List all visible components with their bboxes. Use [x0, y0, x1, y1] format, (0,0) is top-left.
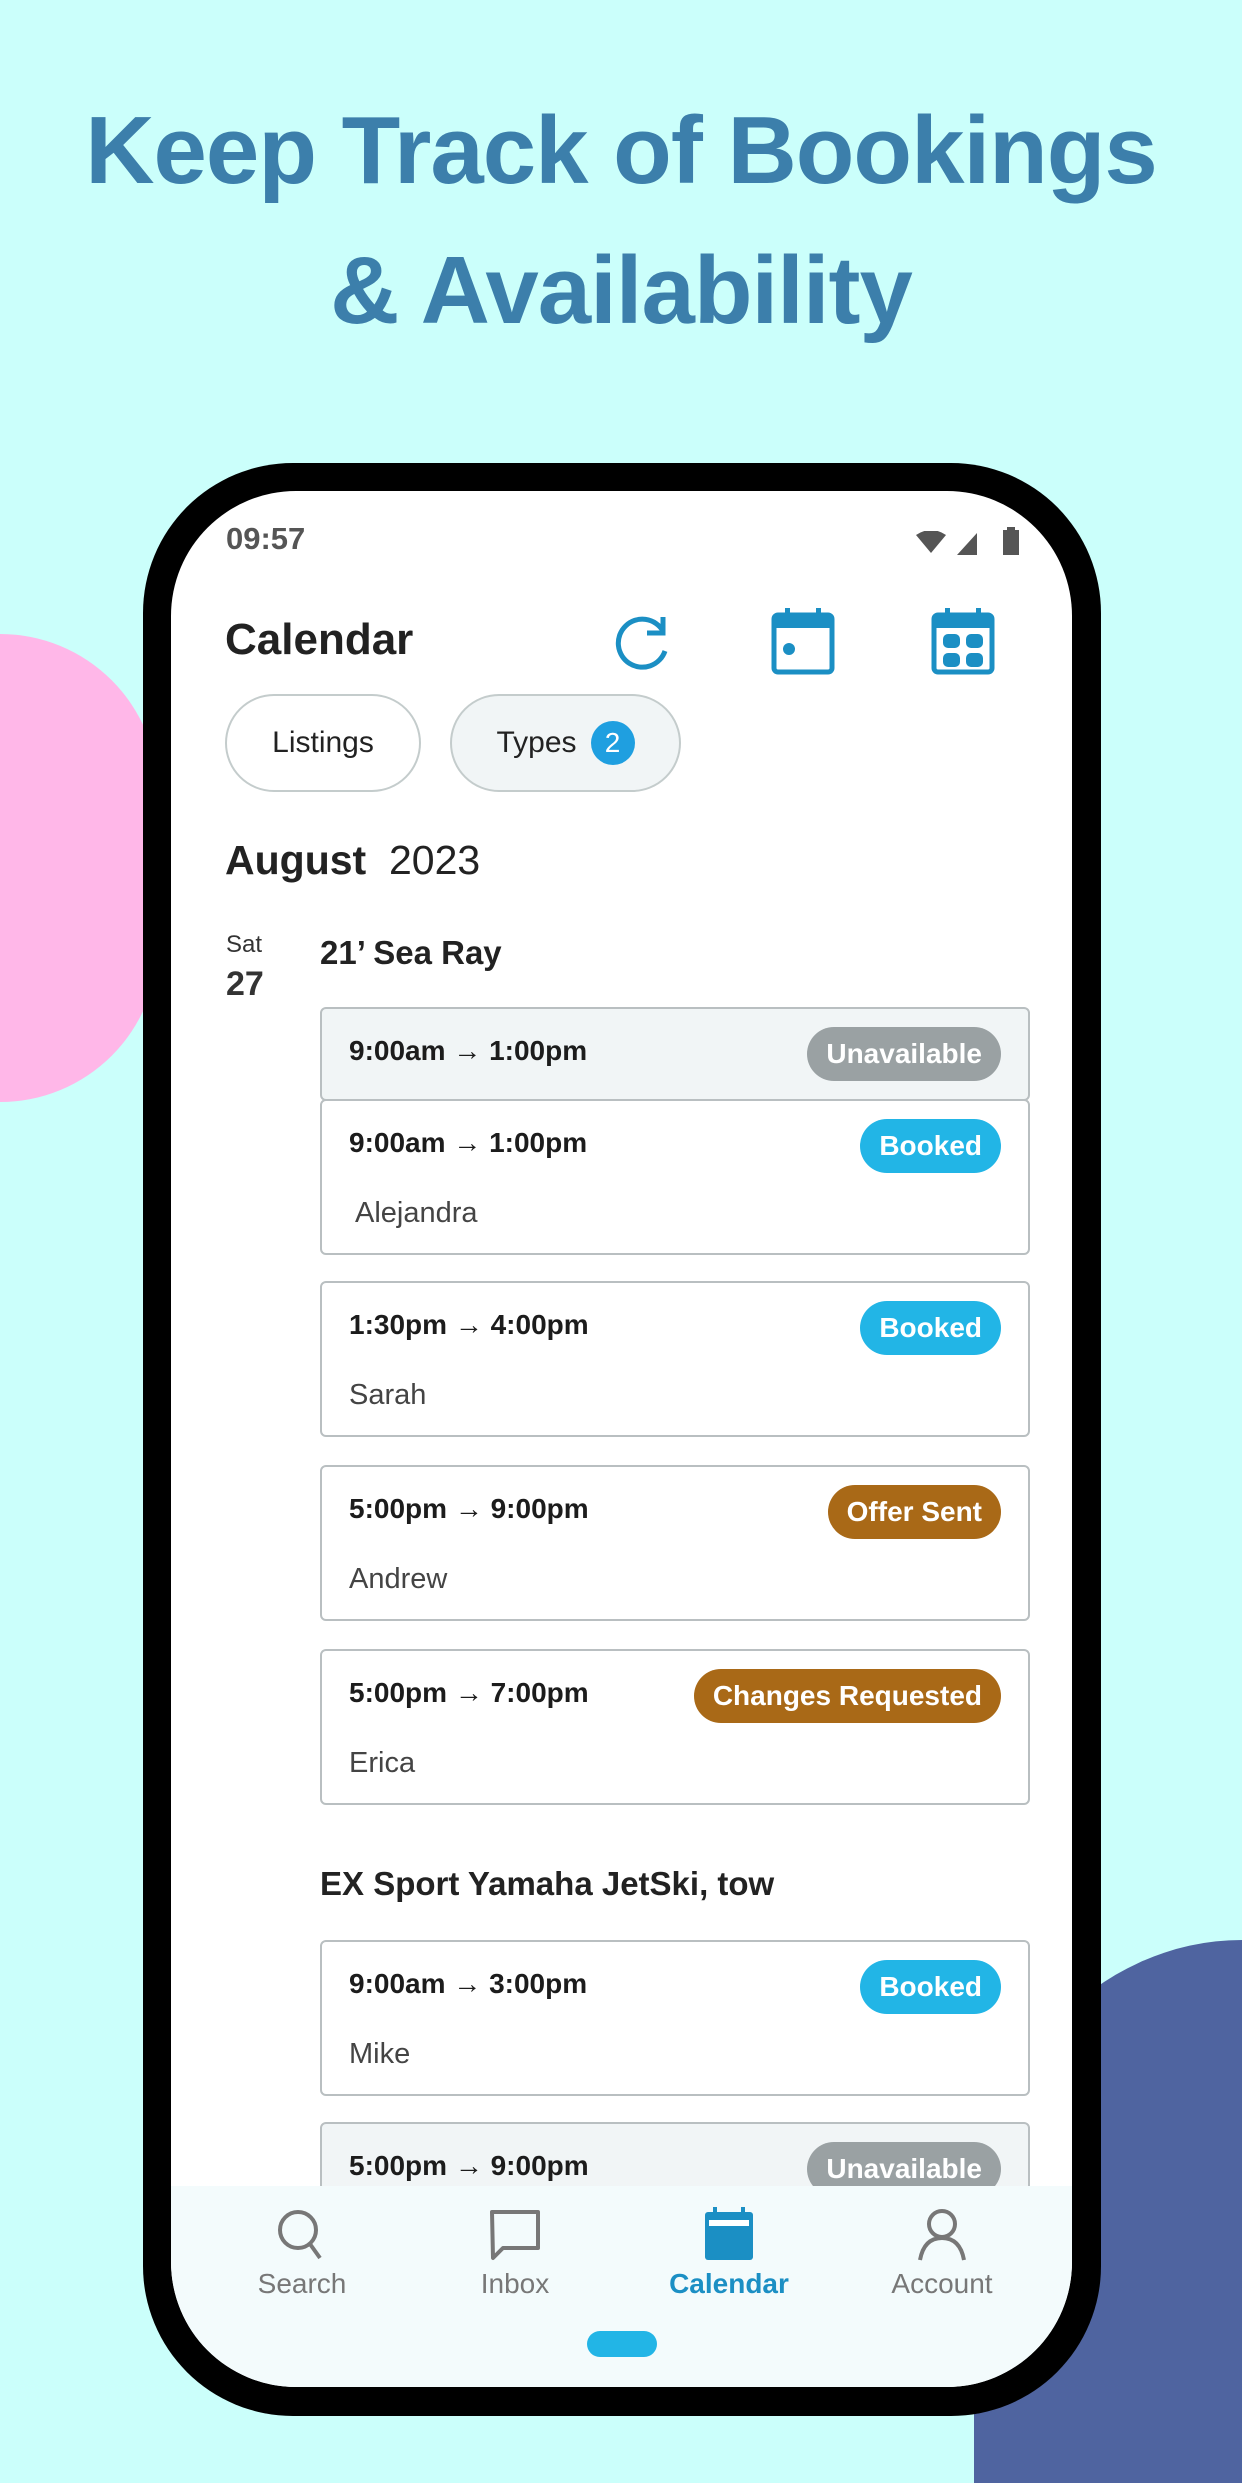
nav-label: Inbox: [480, 2268, 550, 2299]
guest-name: Mike: [349, 2038, 411, 2070]
nav-account[interactable]: Account: [852, 2206, 1032, 2300]
refresh-icon[interactable]: [611, 609, 677, 675]
headline-line1: Keep Track of Bookings: [85, 97, 1158, 204]
listing-title: EX Sport Yamaha JetSki, tow: [320, 1865, 775, 1902]
status-badge: Booked: [860, 1301, 1001, 1355]
status-badge: Offer Sent: [827, 1485, 1001, 1539]
headline-line2: & Availability: [330, 237, 913, 344]
page-title: Calendar: [225, 615, 414, 664]
guest-name: Alejandra: [355, 1197, 478, 1229]
status-time: 09:57: [226, 521, 306, 556]
booking-card[interactable]: 5:00pm → 7:00pm Changes Requested Erica: [320, 1649, 1030, 1805]
booking-time: 1:30pm → 4:00pm: [349, 1309, 589, 1340]
booking-time: 5:00pm → 9:00pm: [349, 2150, 589, 2181]
listing-title: 21’ Sea Ray: [320, 934, 502, 971]
month-name: August: [225, 837, 367, 883]
day-date: 27: [226, 965, 264, 1003]
nav-search[interactable]: Search: [212, 2206, 392, 2300]
bottom-nav: Search Inbox Calendar Account: [171, 2186, 1072, 2387]
status-badge: Changes Requested: [693, 1669, 1001, 1723]
listings-filter-label: Listings: [272, 726, 374, 759]
nav-label: Calendar: [669, 2268, 789, 2299]
wifi-icon: [916, 531, 946, 553]
guest-name: Erica: [349, 1747, 416, 1779]
booking-card[interactable]: 9:00am → 1:00pm Booked Alejandra: [320, 1099, 1030, 1255]
types-filter-label: Types: [496, 726, 577, 759]
nav-label: Account: [891, 2268, 993, 2299]
guest-name: Sarah: [349, 1379, 427, 1411]
battery-icon: [1003, 527, 1019, 555]
booking-time: 5:00pm → 7:00pm: [349, 1677, 589, 1708]
month-year: 2023: [389, 837, 481, 883]
booking-time: 9:00am → 3:00pm: [349, 1968, 588, 1999]
booking-card[interactable]: 1:30pm → 4:00pm Booked Sarah: [320, 1281, 1030, 1437]
decor-pink-circle: [0, 634, 158, 1102]
calendar-icon: [705, 2207, 753, 2260]
types-count-badge: 2: [590, 721, 635, 765]
status-badge: Booked: [860, 1119, 1001, 1173]
month-heading: August 2023: [225, 837, 480, 884]
account-icon: [918, 2209, 966, 2261]
calendar-month-icon[interactable]: [931, 607, 995, 675]
booking-time: 9:00am → 1:00pm: [349, 1035, 588, 1066]
status-badge: Booked: [860, 1960, 1001, 2014]
nav-inbox[interactable]: Inbox: [425, 2206, 605, 2300]
nav-label: Search: [257, 2268, 347, 2299]
home-indicator[interactable]: [587, 2331, 657, 2357]
nav-calendar[interactable]: Calendar: [639, 2206, 819, 2300]
booking-time: 5:00pm → 9:00pm: [349, 1493, 589, 1524]
types-filter-chip[interactable]: Types 2: [450, 694, 681, 792]
search-icon: [278, 2210, 322, 2260]
booking-card[interactable]: 5:00pm → 9:00pm Offer Sent Andrew: [320, 1465, 1030, 1621]
listings-filter-chip[interactable]: Listings: [225, 694, 421, 792]
guest-name: Andrew: [349, 1563, 448, 1595]
status-badge: Unavailable: [807, 1027, 1001, 1081]
signal-icon: [957, 533, 977, 555]
booking-card[interactable]: 9:00am → 1:00pm Unavailable: [320, 1007, 1030, 1101]
app-screen: 09:57 Calendar Listings Types 2 August 20…: [171, 491, 1072, 2387]
day-weekday: Sat: [226, 931, 263, 958]
calendar-day-icon[interactable]: [771, 607, 835, 675]
inbox-icon: [490, 2210, 540, 2260]
booking-time: 9:00am → 1:00pm: [349, 1127, 588, 1158]
booking-card[interactable]: 9:00am → 3:00pm Booked Mike: [320, 1940, 1030, 2096]
